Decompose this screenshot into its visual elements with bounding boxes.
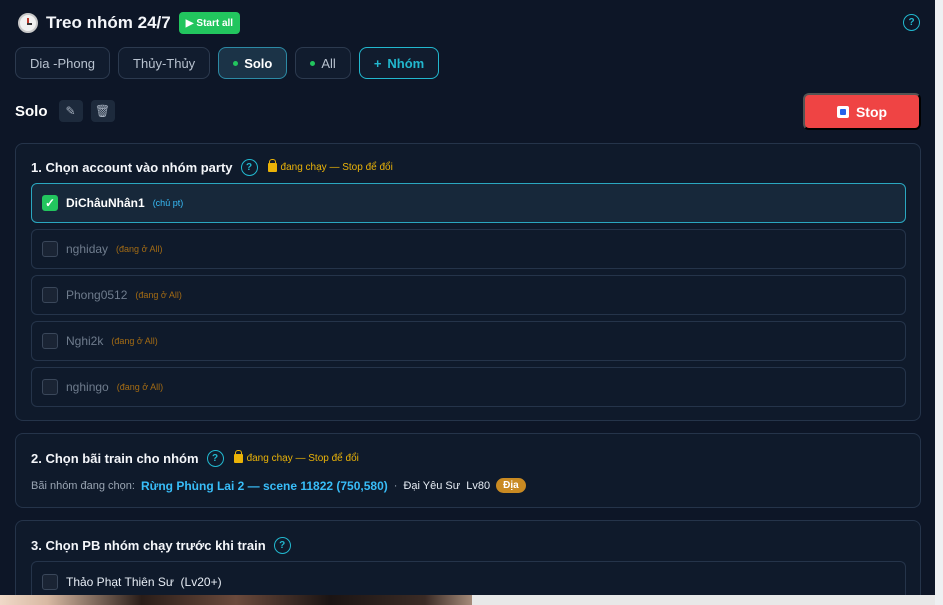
start-all-button[interactable]: ▶ Start all — [178, 12, 241, 34]
account-item[interactable]: nghiday (đang ở All) — [31, 229, 906, 269]
section-title: 1. Chọn account vào nhóm party — [31, 160, 233, 175]
tab-label: Thủy-Thủy — [133, 55, 196, 71]
group-name: Solo — [15, 102, 48, 120]
checkbox-checked[interactable]: ✓ — [42, 195, 58, 211]
running-dot-icon — [233, 60, 239, 66]
account-name: nghingo — [66, 380, 109, 394]
selected-area-value: Rừng Phùng Lai 2 — scene 11822 (750,580) — [140, 478, 388, 493]
group-title-row: Solo ✎ 🗑 — [15, 100, 115, 122]
background-window-edge — [935, 0, 943, 605]
account-name: Nghi2k — [66, 334, 104, 348]
selected-area-label: Bãi nhóm đang chọn: — [31, 479, 135, 492]
stop-button[interactable]: Stop — [803, 93, 921, 130]
tab-all[interactable]: All — [295, 47, 351, 79]
element-badge: Địa — [496, 478, 526, 493]
delete-button[interactable]: 🗑 — [90, 100, 115, 122]
app-panel: Treo nhóm 24/7 ▶ Start all ? Dia -Phong … — [0, 0, 935, 595]
tab-label: Solo — [244, 55, 273, 71]
account-name: DiChâuNhân1 — [66, 196, 145, 210]
help-icon[interactable]: ? — [240, 159, 258, 176]
account-tag: (đang ở All) — [116, 382, 164, 392]
account-name: nghiday — [66, 242, 109, 256]
pencil-icon: ✎ — [65, 104, 76, 118]
selected-area-row: Bãi nhóm đang chọn: Rừng Phùng Lai 2 — s… — [31, 478, 526, 493]
lock-note-text: đang chạy — Stop để đổi — [246, 453, 359, 464]
dungeon-name: Thảo Phạt Thiên Sư (Lv20+) — [66, 574, 222, 589]
running-dot-icon — [310, 60, 316, 66]
tab-label: Dia -Phong — [30, 55, 96, 71]
checkbox[interactable] — [42, 287, 58, 303]
edit-button[interactable]: ✎ — [58, 100, 83, 122]
checkbox[interactable] — [42, 573, 58, 590]
section-header: 2. Chọn bãi train cho nhóm ? đang chạy —… — [31, 450, 359, 467]
dungeon-item[interactable]: Thảo Phạt Thiên Sư (Lv20+) — [31, 561, 906, 595]
account-item[interactable]: Phong0512 (đang ở All) — [31, 275, 906, 315]
lock-note-text: đang chạy — Stop để đổi — [280, 162, 393, 173]
lock-note: đang chạy — Stop để đổi — [267, 159, 393, 173]
add-group-label: Nhóm — [387, 55, 425, 71]
checkbox[interactable] — [42, 241, 58, 257]
account-item[interactable]: ✓ DiChâuNhân1 (chủ pt) — [31, 183, 906, 223]
account-tag: (đang ở All) — [135, 290, 182, 300]
header: Treo nhóm 24/7 ▶ Start all — [18, 9, 241, 37]
play-icon: ▶ — [185, 17, 194, 29]
clock-icon — [18, 13, 38, 33]
plus-icon: + — [373, 55, 382, 71]
background-photo-strip — [0, 595, 472, 605]
section-training-area: 2. Chọn bãi train cho nhóm ? đang chạy —… — [15, 433, 921, 508]
lock-icon — [233, 450, 243, 463]
section-title: 2. Chọn bãi train cho nhóm — [31, 451, 199, 466]
page-title: Treo nhóm 24/7 — [46, 13, 171, 32]
separator: · — [393, 479, 398, 492]
account-tag: (đang ở All) — [116, 244, 163, 254]
checkbox[interactable] — [42, 333, 58, 349]
tab-dia-phong[interactable]: Dia -Phong — [15, 47, 111, 79]
group-tabs: Dia -Phong Thủy-Thủy Solo All + Nhóm — [15, 47, 440, 79]
section-dungeon: 3. Chọn PB nhóm chạy trước khi train ? T… — [15, 520, 921, 595]
add-group-button[interactable]: + Nhóm — [358, 47, 440, 79]
account-tag: (chủ pt) — [152, 198, 184, 208]
section-header: 3. Chọn PB nhóm chạy trước khi train ? — [31, 537, 291, 554]
checkbox[interactable] — [42, 379, 58, 395]
tab-thuy-thuy[interactable]: Thủy-Thủy — [118, 47, 211, 79]
tab-solo[interactable]: Solo — [218, 47, 288, 79]
account-tag: (đang ở All) — [111, 336, 158, 346]
section-accounts: 1. Chọn account vào nhóm party ? đang ch… — [15, 143, 921, 421]
account-name: Phong0512 — [66, 288, 128, 302]
section-header: 1. Chọn account vào nhóm party ? đang ch… — [31, 159, 393, 176]
start-all-label: Start all — [196, 17, 234, 29]
help-icon[interactable]: ? — [903, 14, 920, 31]
trash-icon: 🗑 — [94, 104, 111, 118]
boss-info: Đại Yêu Sư Lv80 — [403, 479, 491, 492]
lock-icon — [267, 159, 277, 172]
stop-icon — [836, 105, 849, 118]
lock-note: đang chạy — Stop để đổi — [233, 450, 359, 464]
tab-label: All — [321, 55, 336, 71]
account-item[interactable]: Nghi2k (đang ở All) — [31, 321, 906, 361]
stop-label: Stop — [855, 103, 888, 120]
account-item[interactable]: nghingo (đang ở All) — [31, 367, 906, 407]
help-icon[interactable]: ? — [273, 537, 291, 554]
section-title: 3. Chọn PB nhóm chạy trước khi train — [31, 538, 266, 553]
help-icon[interactable]: ? — [206, 450, 224, 467]
